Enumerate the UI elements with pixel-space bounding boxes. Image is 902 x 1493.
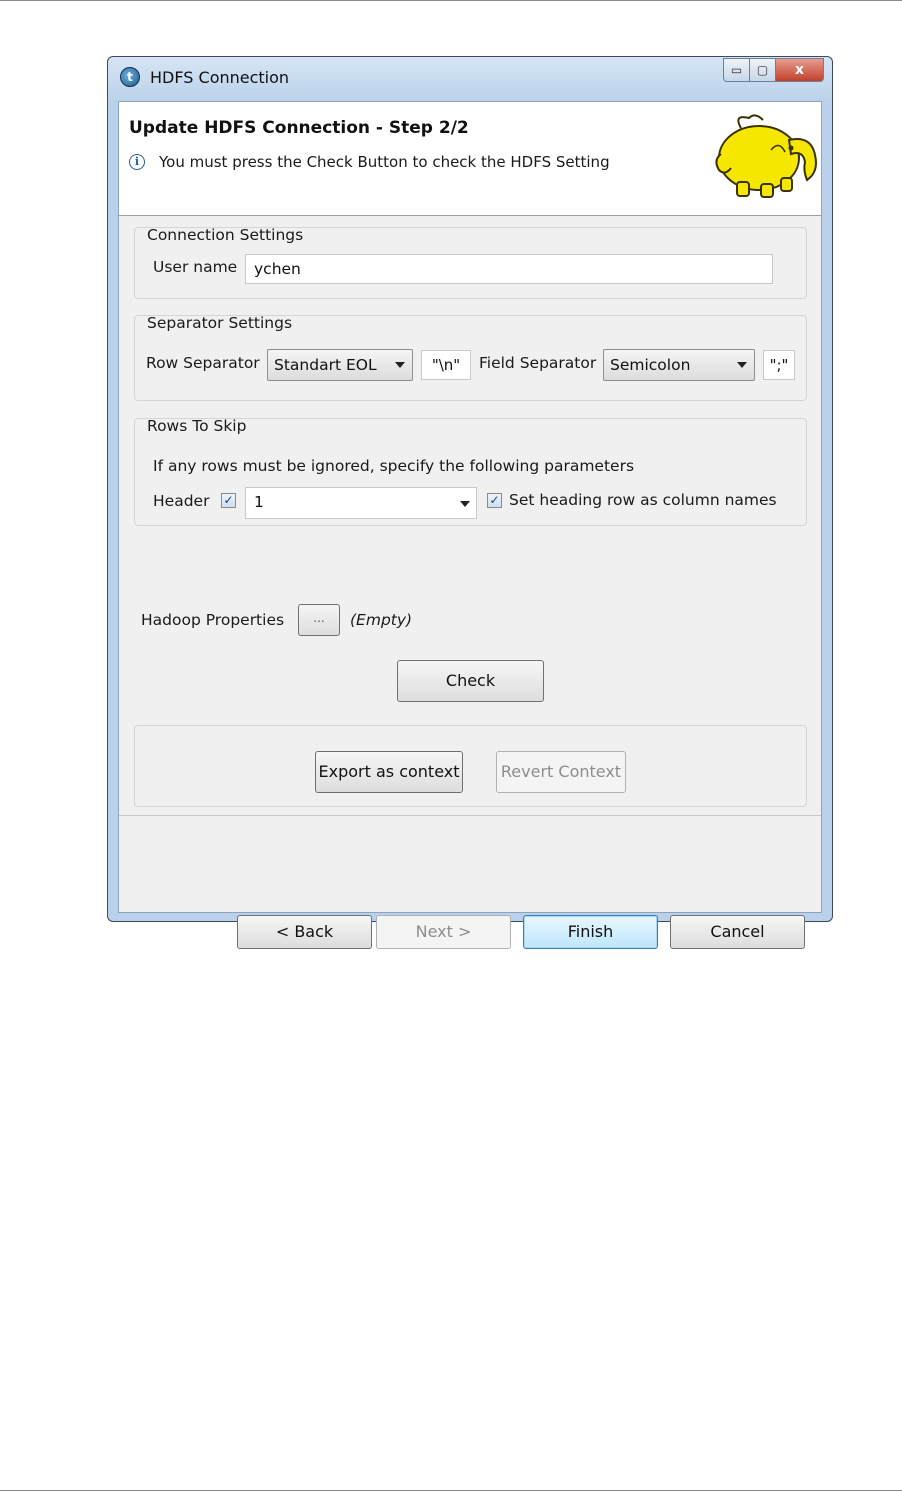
- header-checkbox[interactable]: ✓: [221, 493, 236, 508]
- field-separator-select[interactable]: Semicolon: [603, 349, 755, 381]
- window-title: HDFS Connection: [150, 68, 290, 87]
- maximize-button[interactable]: ▢: [750, 58, 776, 82]
- connection-settings-group: Connection Settings User name ychen: [134, 226, 807, 299]
- header-rows-combo[interactable]: 1: [245, 487, 477, 519]
- row-separator-label: Row Separator: [146, 354, 260, 372]
- rows-to-skip-description: If any rows must be ignored, specify the…: [153, 457, 635, 475]
- chevron-down-icon: [737, 362, 747, 368]
- cancel-button[interactable]: Cancel: [670, 915, 805, 949]
- title-bar[interactable]: t HDFS Connection ▭ ▢ x: [108, 57, 832, 99]
- close-icon: x: [794, 62, 805, 78]
- revert-context-button[interactable]: Revert Context: [496, 751, 626, 793]
- row-separator-select[interactable]: Standart EOL: [267, 349, 413, 381]
- chevron-down-icon: [395, 362, 405, 368]
- user-name-input[interactable]: ychen: [245, 254, 773, 284]
- wizard-title: Update HDFS Connection - Step 2/2: [129, 118, 469, 138]
- field-separator-label: Field Separator: [479, 354, 597, 372]
- talend-logo-icon: t: [120, 67, 140, 87]
- finish-button[interactable]: Finish: [523, 915, 658, 949]
- header-rows-value: 1: [254, 493, 264, 511]
- hadoop-elephant-icon: [715, 114, 817, 198]
- info-icon: i: [129, 154, 145, 170]
- header-label: Header: [153, 492, 210, 510]
- next-button[interactable]: Next >: [376, 915, 511, 949]
- chevron-down-icon: [460, 501, 470, 507]
- minimize-icon: ▭: [730, 63, 743, 77]
- group-title: Connection Settings: [147, 226, 304, 244]
- check-button[interactable]: Check: [397, 660, 544, 702]
- minimize-button[interactable]: ▭: [723, 58, 750, 82]
- hadoop-properties-label: Hadoop Properties: [141, 611, 285, 629]
- maximize-icon: ▢: [756, 63, 769, 77]
- hdfs-connection-dialog: t HDFS Connection ▭ ▢ x Update HDFS Conn…: [107, 56, 833, 949]
- check-icon: ✓: [223, 493, 234, 507]
- wizard-banner: Update HDFS Connection - Step 2/2 i You …: [119, 102, 821, 216]
- hadoop-properties-button[interactable]: ...: [298, 604, 340, 636]
- export-as-context-button[interactable]: Export as context: [315, 751, 463, 793]
- window-controls: ▭ ▢ x: [723, 58, 824, 84]
- hadoop-properties-value: (Empty): [350, 611, 413, 629]
- dialog-content: Update HDFS Connection - Step 2/2 i You …: [118, 101, 822, 949]
- page-top-rule: [0, 0, 902, 1]
- heading-row-label: Set heading row as column names: [509, 491, 777, 509]
- wizard-message: You must press the Check Button to check…: [159, 153, 610, 171]
- context-group: Export as context Revert Context: [134, 725, 807, 807]
- rows-to-skip-group: Rows To Skip If any rows must be ignored…: [134, 417, 807, 526]
- check-icon: ✓: [489, 493, 500, 507]
- separator-settings-group: Separator Settings Row Separator Standar…: [134, 314, 807, 401]
- field-separator-value: Semicolon: [610, 356, 691, 374]
- heading-row-checkbox[interactable]: ✓: [487, 493, 502, 508]
- back-button[interactable]: < Back: [237, 915, 372, 949]
- user-name-label: User name: [153, 258, 238, 276]
- row-separator-value: Standart EOL: [274, 356, 377, 374]
- page-bottom-rule: [0, 1490, 902, 1491]
- field-separator-char[interactable]: ";": [763, 350, 795, 380]
- row-separator-char[interactable]: "\n": [421, 350, 471, 380]
- footer-divider: [119, 815, 821, 816]
- close-button[interactable]: x: [776, 58, 824, 82]
- group-title: Rows To Skip: [147, 417, 247, 435]
- group-title: Separator Settings: [147, 314, 293, 332]
